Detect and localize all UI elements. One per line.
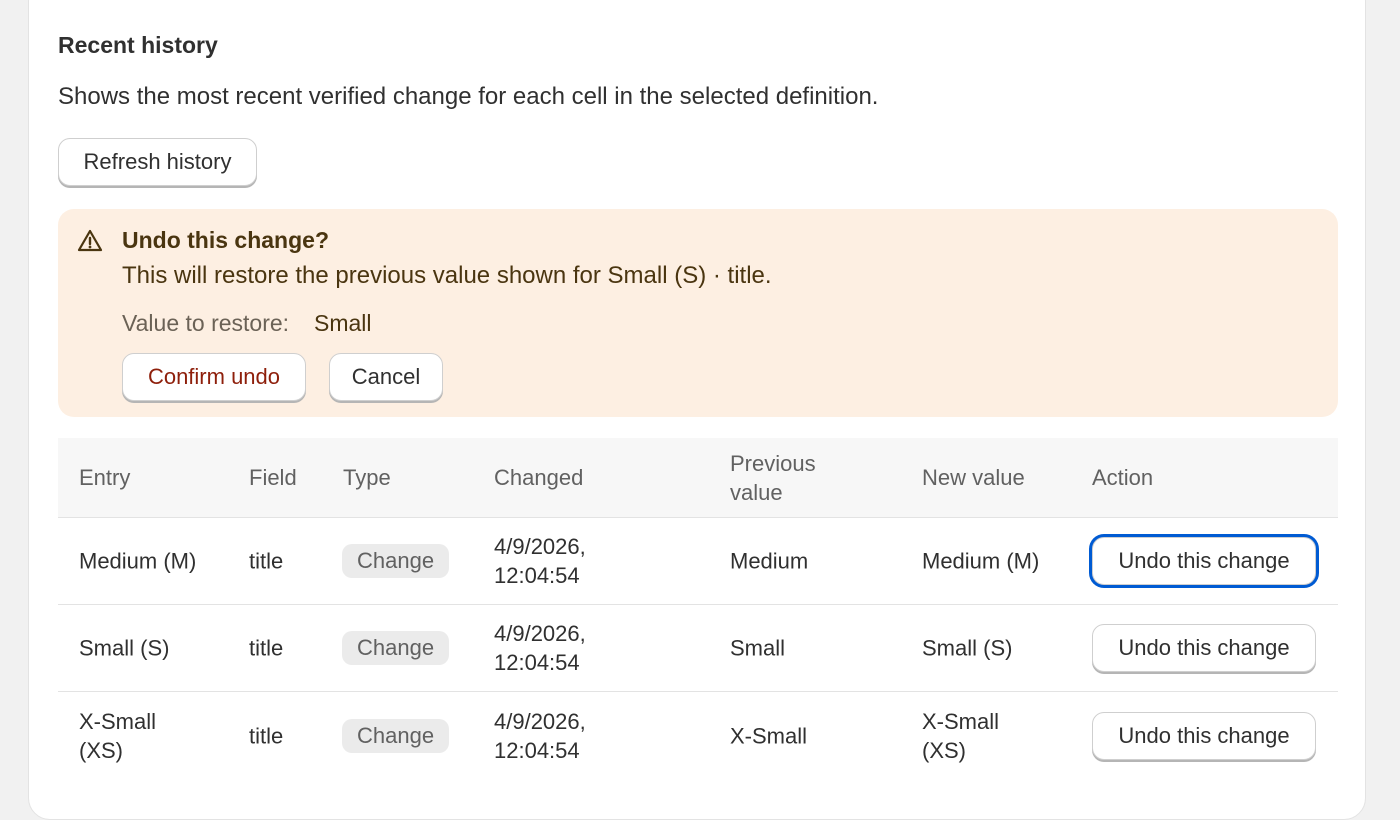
undo-change-button[interactable]: Undo this change (1092, 537, 1316, 585)
header-new-value: New value (922, 465, 1025, 490)
cell-changed: 4/9/2026, 12:04:54 (494, 708, 586, 763)
table-row: X-Small (XS) title Change 4/9/2026, 12:0… (58, 692, 1338, 779)
cancel-button[interactable]: Cancel (329, 353, 443, 401)
type-badge: Change (342, 631, 450, 665)
table-header-row: Entry Field Type Changed Previous value … (58, 438, 1338, 518)
cell-field: title (249, 723, 284, 748)
cell-entry: Medium (M) (79, 548, 197, 574)
confirm-undo-button[interactable]: Confirm undo (122, 353, 306, 401)
cell-changed: 4/9/2026, 12:04:54 (494, 534, 586, 588)
restore-value-label: Value to restore: (122, 310, 290, 336)
banner-title: Undo this change? (122, 227, 329, 253)
cell-new-value: Small (S) (922, 635, 1013, 661)
cell-new-value: Medium (M) (922, 548, 1040, 574)
type-badge: Change (342, 544, 450, 578)
section-title: Recent history (58, 32, 218, 58)
undo-change-button[interactable]: Undo this change (1092, 711, 1316, 760)
cell-new-value: X-Small (XS) (922, 708, 1000, 763)
cell-previous-value: X-Small (730, 723, 808, 748)
header-action: Action (1092, 465, 1154, 490)
header-field: Field (249, 465, 297, 490)
table-row: Medium (M) title Change 4/9/2026, 12:04:… (58, 518, 1338, 605)
header-changed: Changed (494, 465, 584, 490)
restore-value: Small (314, 310, 372, 336)
table-row: Small (S) title Change 4/9/2026, 12:04:5… (58, 605, 1338, 692)
cell-changed: 4/9/2026, 12:04:54 (494, 621, 586, 675)
cell-entry: X-Small (XS) (79, 708, 157, 763)
cell-entry: Small (S) (79, 635, 170, 661)
header-type: Type (343, 465, 391, 490)
cell-field: title (249, 635, 284, 661)
section-description: Shows the most recent verified change fo… (58, 83, 879, 110)
type-badge: Change (342, 718, 450, 753)
banner-message: This will restore the previous value sho… (122, 262, 772, 289)
undo-change-button[interactable]: Undo this change (1092, 624, 1316, 672)
cell-field: title (249, 548, 284, 574)
cell-previous-value: Small (730, 635, 786, 661)
header-previous-value: Previous value (730, 451, 816, 505)
cell-previous-value: Medium (730, 548, 809, 574)
warning-triangle-icon (77, 228, 103, 254)
refresh-history-button[interactable]: Refresh history (58, 138, 257, 186)
header-entry: Entry (79, 465, 131, 490)
